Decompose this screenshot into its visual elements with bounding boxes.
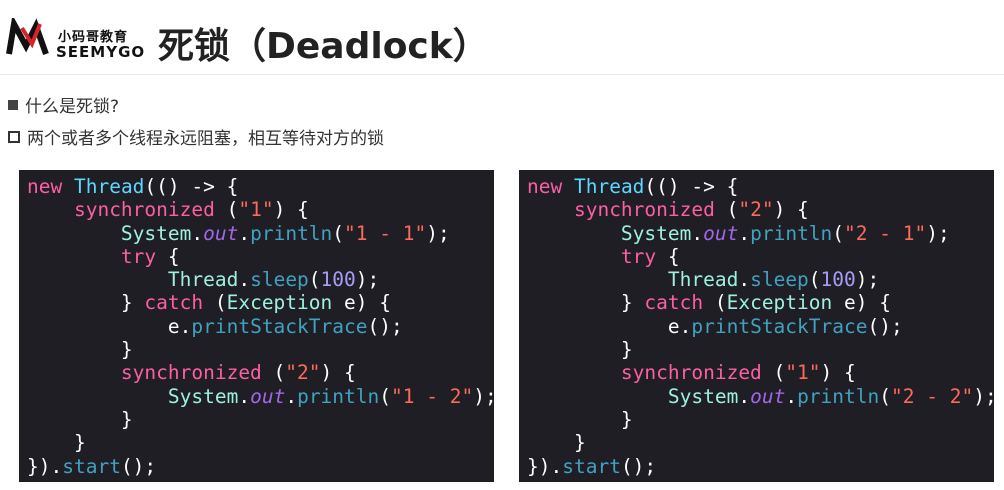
- left-second-lock: "2": [285, 361, 321, 385]
- filled-square-bullet-icon: [8, 99, 18, 110]
- code-line: System.out.println("1 - 1");: [120, 221, 450, 245]
- right-sleep-ms: 100: [820, 268, 856, 292]
- code-line: synchronized ("2") {: [120, 361, 356, 385]
- code-line: try {: [620, 244, 680, 268]
- code-line: }: [27, 407, 133, 431]
- code-line: }: [27, 338, 133, 362]
- bullet-definition: 两个或者多个线程永远阻塞，相互等待对方的锁: [8, 124, 384, 149]
- code-line: Thread.sleep(100);: [667, 268, 880, 292]
- code-line: synchronized ("1") {: [620, 361, 856, 385]
- seemygo-logo-mark-icon: [6, 18, 49, 56]
- code-line: }).start();: [527, 454, 657, 478]
- left-first-lock: "1": [238, 198, 274, 222]
- left-second-message: "1 - 2": [391, 384, 474, 408]
- left-first-message: "1 - 1": [344, 221, 427, 245]
- bullet-question: 什么是死锁?: [8, 92, 119, 117]
- code-line: e.printStackTrace();: [527, 314, 903, 338]
- code-line: try {: [120, 244, 180, 268]
- bullet-question-text: 什么是死锁?: [25, 97, 120, 117]
- code-line: new Thread(() -> {: [27, 175, 239, 198]
- code-line: synchronized ("2") {: [573, 198, 809, 222]
- code-line: }: [27, 431, 86, 455]
- code-block-left: new Thread(() -> { synchronized ("1") { …: [19, 170, 494, 482]
- seemygo-logo: 小码哥教育 SEEMYGO: [6, 16, 144, 66]
- code-line: e.printStackTrace();: [27, 314, 403, 338]
- logo-english-text: SEEMYGO: [56, 43, 146, 61]
- code-line: }: [527, 338, 633, 362]
- code-block-right: new Thread(() -> { synchronized ("2") { …: [519, 170, 994, 482]
- right-first-lock: "2": [738, 198, 774, 222]
- right-first-message: "2 - 1": [844, 221, 927, 245]
- right-second-lock: "1": [785, 361, 821, 385]
- code-line: new Thread(() -> {: [527, 175, 739, 198]
- code-line: System.out.println("2 - 1");: [620, 221, 950, 245]
- code-line: System.out.println("2 - 2");: [667, 384, 994, 408]
- hollow-square-bullet-icon: [8, 130, 20, 143]
- code-line: }: [527, 407, 633, 431]
- code-line: Thread.sleep(100);: [167, 268, 380, 292]
- code-line: System.out.println("1 - 2");: [167, 384, 494, 408]
- left-sleep-ms: 100: [320, 268, 356, 292]
- code-line: } catch (Exception e) {: [527, 291, 891, 315]
- page-title: 死锁（Deadlock）: [158, 26, 489, 67]
- bullet-definition-text: 两个或者多个线程永远阻塞，相互等待对方的锁: [27, 129, 384, 149]
- title-divider: [0, 74, 1004, 75]
- code-line: } catch (Exception e) {: [27, 291, 391, 315]
- code-line: }).start();: [27, 454, 157, 478]
- code-line: synchronized ("1") {: [73, 198, 309, 222]
- right-second-message: "2 - 2": [891, 384, 974, 408]
- code-line: }: [527, 431, 586, 455]
